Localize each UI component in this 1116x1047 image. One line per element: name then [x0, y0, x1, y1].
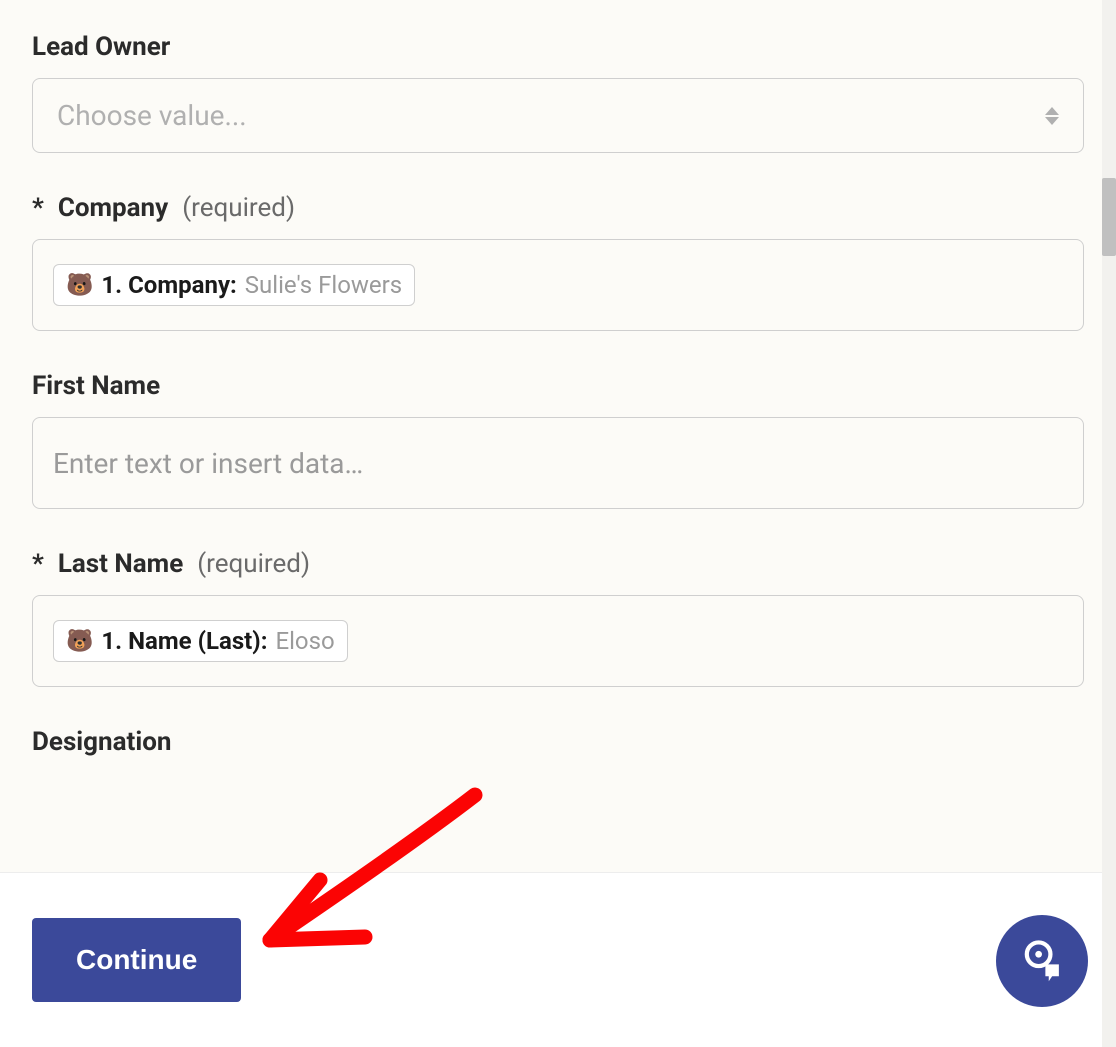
company-required-text: (required) [182, 193, 295, 223]
last-name-label-text: Last Name [58, 549, 183, 579]
last-name-pill-key: 1. Name (Last): [101, 627, 267, 655]
lead-owner-label-text: Lead Owner [32, 32, 170, 62]
first-name-label: First Name [32, 371, 1084, 401]
first-name-input[interactable]: Enter text or insert data… [32, 417, 1084, 509]
scrollbar-track[interactable] [1102, 0, 1116, 1047]
lead-owner-label: Lead Owner [32, 32, 1084, 62]
footer-bar: Continue [0, 872, 1116, 1047]
lead-owner-select[interactable]: Choose value... [32, 78, 1084, 153]
company-pill[interactable]: 🐻 1. Company: Sulie's Flowers [53, 264, 415, 306]
company-asterisk: * [32, 193, 44, 223]
last-name-pill[interactable]: 🐻 1. Name (Last): Eloso [53, 620, 348, 662]
field-last-name: * Last Name (required) 🐻 1. Name (Last):… [32, 549, 1084, 687]
last-name-pill-value: Eloso [275, 627, 334, 655]
company-label: * Company (required) [32, 193, 1084, 223]
company-label-text: Company [58, 193, 168, 223]
scrollbar-thumb[interactable] [1102, 178, 1116, 256]
bear-icon: 🐻 [66, 629, 93, 654]
continue-button[interactable]: Continue [32, 918, 241, 1002]
first-name-label-text: First Name [32, 371, 160, 401]
help-chat-icon [1015, 934, 1069, 988]
chevron-updown-icon [1045, 107, 1059, 125]
company-pill-value: Sulie's Flowers [245, 271, 402, 299]
bear-icon: 🐻 [66, 273, 93, 298]
company-pill-key: 1. Company: [101, 271, 236, 299]
field-company: * Company (required) 🐻 1. Company: Sulie… [32, 193, 1084, 331]
last-name-input[interactable]: 🐻 1. Name (Last): Eloso [32, 595, 1084, 687]
form-container: Lead Owner Choose value... * Company (re… [0, 0, 1116, 757]
help-fab[interactable] [996, 915, 1088, 1007]
first-name-placeholder: Enter text or insert data… [53, 447, 363, 480]
last-name-asterisk: * [32, 549, 44, 579]
designation-label: Designation [32, 727, 1084, 757]
company-input[interactable]: 🐻 1. Company: Sulie's Flowers [32, 239, 1084, 331]
designation-label-text: Designation [32, 727, 171, 757]
field-first-name: First Name Enter text or insert data… [32, 371, 1084, 509]
last-name-label: * Last Name (required) [32, 549, 1084, 579]
last-name-required-text: (required) [197, 549, 310, 579]
field-lead-owner: Lead Owner Choose value... [32, 32, 1084, 153]
lead-owner-placeholder: Choose value... [57, 99, 247, 132]
field-designation: Designation [32, 727, 1084, 757]
